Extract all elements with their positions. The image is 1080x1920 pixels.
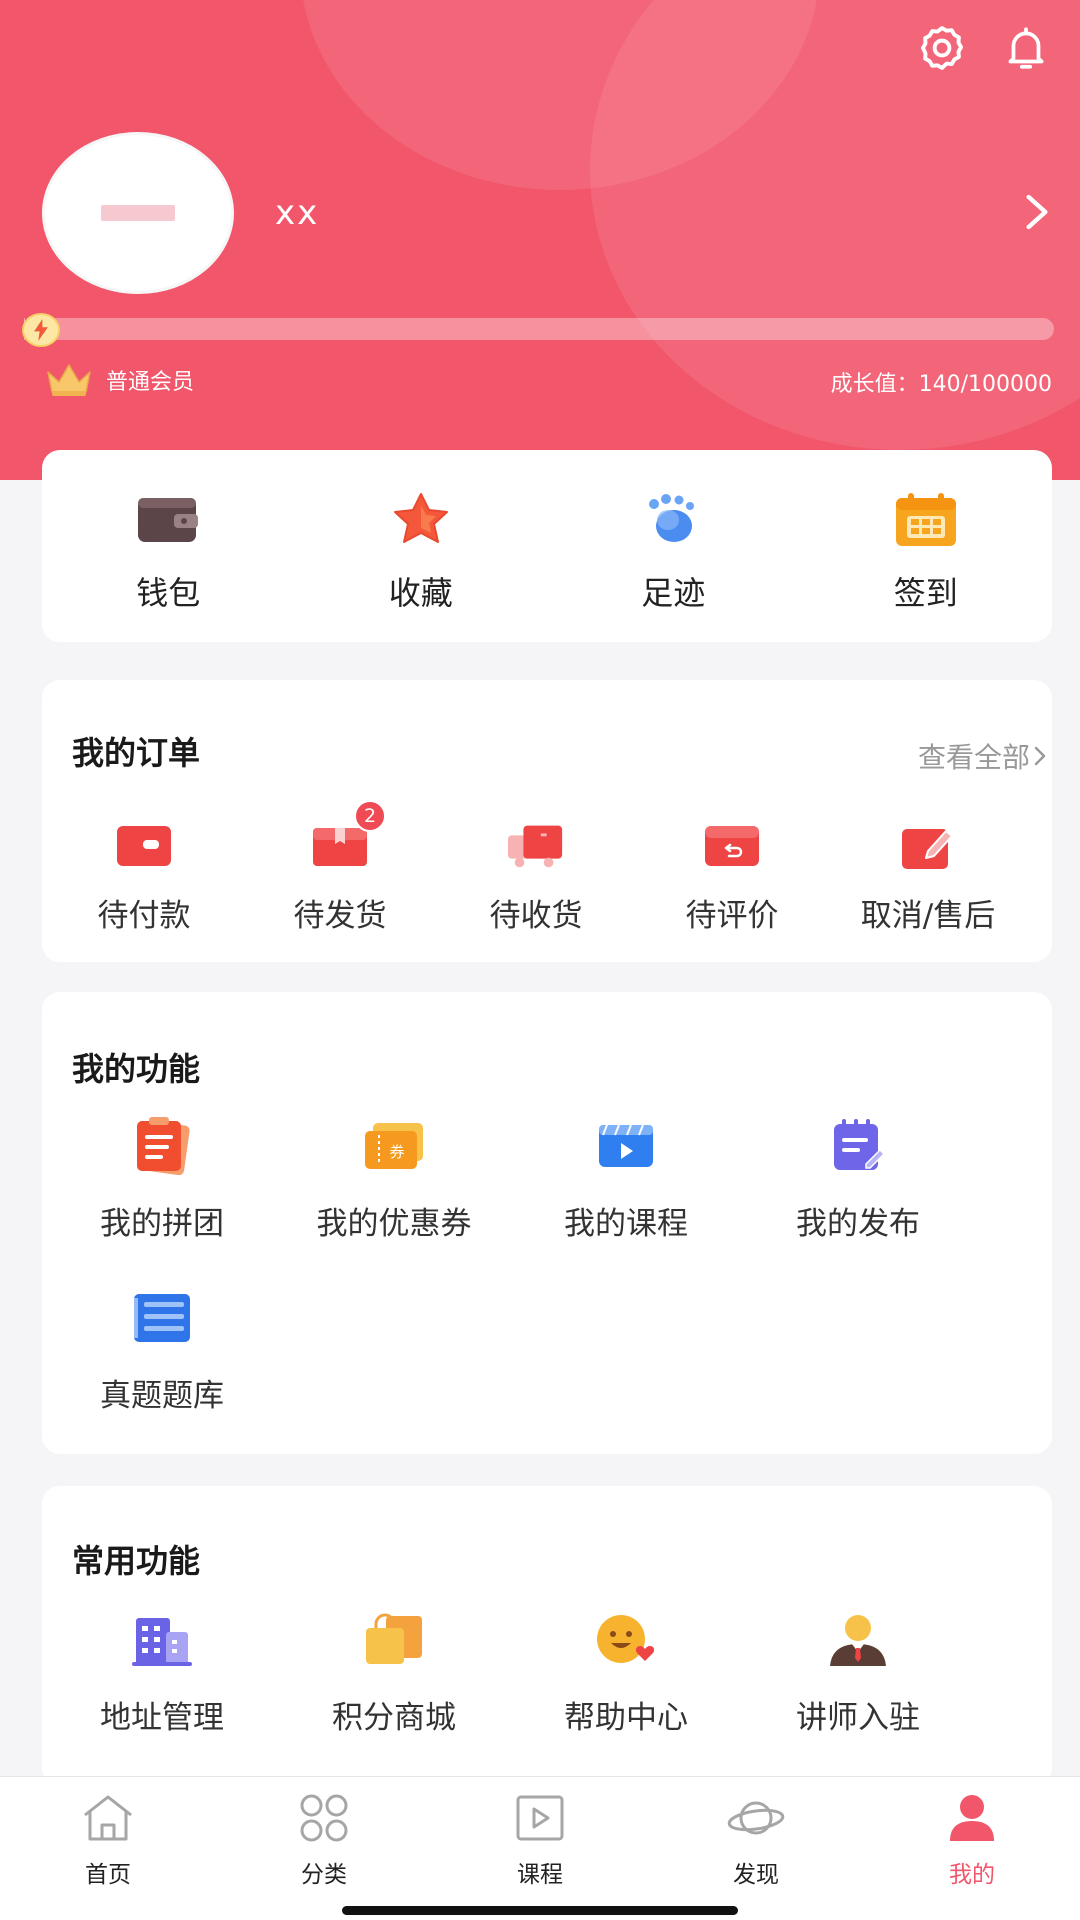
- quick-footprints[interactable]: 足迹: [547, 450, 800, 642]
- func-question-bank-label: 真题题库: [100, 1378, 224, 1414]
- quick-actions-card: 钱包 收藏 足迹 签到: [42, 450, 1052, 642]
- func-coupons-label: 我的优惠券: [316, 1206, 472, 1242]
- settings-icon[interactable]: [912, 18, 972, 78]
- view-all-orders-link[interactable]: 查看全部: [918, 736, 1050, 776]
- home-icon: [78, 1791, 138, 1845]
- truck-icon: [506, 820, 566, 872]
- my-orders-card: 我的订单 待付款 2 待发货 待收货 待评价 取消/售后: [42, 680, 1052, 962]
- functions-title: 我的功能: [72, 1050, 201, 1088]
- tab-home-label: 首页: [85, 1862, 131, 1888]
- member-level-label: 普通会员: [106, 370, 195, 395]
- bottom-tab-bar: 首页 分类 课程 发现 我的: [0, 1776, 1080, 1920]
- planet-icon: [726, 1791, 786, 1845]
- common-address[interactable]: 地址管理: [42, 1610, 282, 1737]
- common-functions-title: 常用功能: [72, 1542, 201, 1580]
- quick-wallet[interactable]: 钱包: [42, 450, 295, 642]
- profile-icon: [942, 1791, 1002, 1845]
- order-after-sales-label: 取消/售后: [860, 898, 996, 934]
- group-buy-icon: [129, 1116, 195, 1176]
- lecturer-icon: [825, 1610, 891, 1670]
- coupon-icon: 券: [361, 1116, 427, 1176]
- common-points-mall-label: 积分商城: [332, 1700, 456, 1736]
- star-icon: [387, 490, 455, 550]
- my-functions-card: 我的功能 我的拼团 券 我的优惠券 我的课程 我的发布 真题题库: [42, 992, 1052, 1454]
- order-pending-payment[interactable]: 待付款: [46, 820, 242, 935]
- tab-category[interactable]: 分类: [216, 1777, 432, 1920]
- orders-title: 我的订单: [72, 734, 201, 772]
- svg-text:券: 券: [389, 1143, 404, 1161]
- func-my-posts-label: 我的发布: [796, 1206, 920, 1242]
- growth-value: 成长值：140/100000: [830, 372, 1052, 397]
- common-help-center-label: 帮助中心: [564, 1700, 688, 1736]
- quick-checkin-label: 签到: [893, 574, 958, 612]
- tab-discover-label: 发现: [733, 1862, 779, 1888]
- order-pending-shipment-label: 待发货: [293, 898, 387, 934]
- shopping-bag-icon: [361, 1610, 427, 1670]
- publish-icon: [825, 1116, 891, 1176]
- quick-checkin[interactable]: 签到: [800, 450, 1053, 642]
- home-indicator: [342, 1906, 738, 1915]
- order-pending-review-label: 待评价: [685, 898, 779, 934]
- func-my-courses[interactable]: 我的课程: [506, 1116, 746, 1243]
- tab-course-label: 课程: [517, 1862, 563, 1888]
- tab-discover[interactable]: 发现: [648, 1777, 864, 1920]
- video-icon: [593, 1116, 659, 1176]
- order-pending-receipt-label: 待收货: [489, 898, 583, 934]
- tab-course[interactable]: 课程: [432, 1777, 648, 1920]
- payment-icon: [114, 820, 174, 872]
- order-pending-shipment[interactable]: 2 待发货: [242, 800, 438, 935]
- quick-favorites[interactable]: 收藏: [295, 450, 548, 642]
- building-icon: [129, 1610, 195, 1670]
- quick-footprints-label: 足迹: [641, 574, 706, 612]
- review-box-icon: [702, 820, 762, 872]
- calendar-icon: [892, 490, 960, 550]
- func-group-buy[interactable]: 我的拼团: [42, 1116, 282, 1243]
- quick-wallet-label: 钱包: [136, 574, 201, 612]
- common-points-mall[interactable]: 积分商城: [274, 1610, 514, 1737]
- footprint-icon: [639, 490, 707, 550]
- func-my-courses-label: 我的课程: [564, 1206, 688, 1242]
- quick-favorites-label: 收藏: [388, 574, 453, 612]
- lightning-icon: [22, 313, 60, 347]
- chevron-right-icon[interactable]: [1020, 192, 1054, 232]
- avatar[interactable]: [42, 132, 234, 294]
- order-pending-payment-label: 待付款: [97, 898, 191, 934]
- avatar-logo: [101, 205, 175, 221]
- func-coupons[interactable]: 券 我的优惠券: [274, 1116, 514, 1243]
- profile-header: xx 普通会员 成长值：140/100000: [0, 0, 1080, 480]
- chevron-right-icon: [1034, 746, 1046, 766]
- order-pending-review[interactable]: 待评价: [634, 820, 830, 935]
- smile-heart-icon: [593, 1610, 659, 1670]
- tab-profile-label: 我的: [949, 1862, 995, 1888]
- order-after-sales[interactable]: 取消/售后: [830, 820, 1026, 935]
- package-icon: 2: [310, 800, 386, 872]
- username[interactable]: xx: [275, 193, 319, 233]
- common-help-center[interactable]: 帮助中心: [506, 1610, 746, 1737]
- member-level: 普通会员: [44, 362, 194, 398]
- func-question-bank[interactable]: 真题题库: [42, 1288, 282, 1415]
- view-all-label: 查看全部: [917, 741, 1030, 774]
- common-address-label: 地址管理: [100, 1700, 224, 1736]
- order-pending-receipt[interactable]: 待收货: [438, 820, 634, 935]
- common-lecturer-join-label: 讲师入驻: [796, 1700, 920, 1736]
- question-bank-icon: [129, 1288, 195, 1348]
- growth-progress-bar: [24, 318, 1054, 340]
- func-group-buy-label: 我的拼团: [100, 1206, 224, 1242]
- common-functions-card: 常用功能 地址管理 积分商城 帮助中心 讲师入驻: [42, 1486, 1052, 1786]
- common-lecturer-join[interactable]: 讲师入驻: [738, 1610, 978, 1737]
- bell-icon[interactable]: [996, 18, 1056, 78]
- tab-home[interactable]: 首页: [0, 1777, 216, 1920]
- wallet-icon: [134, 490, 202, 550]
- tab-category-label: 分类: [301, 1862, 347, 1888]
- tab-profile[interactable]: 我的: [864, 1777, 1080, 1920]
- order-status-row: 待付款 2 待发货 待收货 待评价 取消/售后: [42, 800, 1052, 935]
- edit-icon: [898, 820, 958, 872]
- crown-icon: [47, 364, 91, 396]
- order-badge-count: 2: [354, 800, 386, 832]
- course-play-icon: [510, 1791, 570, 1845]
- category-icon: [294, 1791, 354, 1845]
- func-my-posts[interactable]: 我的发布: [738, 1116, 978, 1243]
